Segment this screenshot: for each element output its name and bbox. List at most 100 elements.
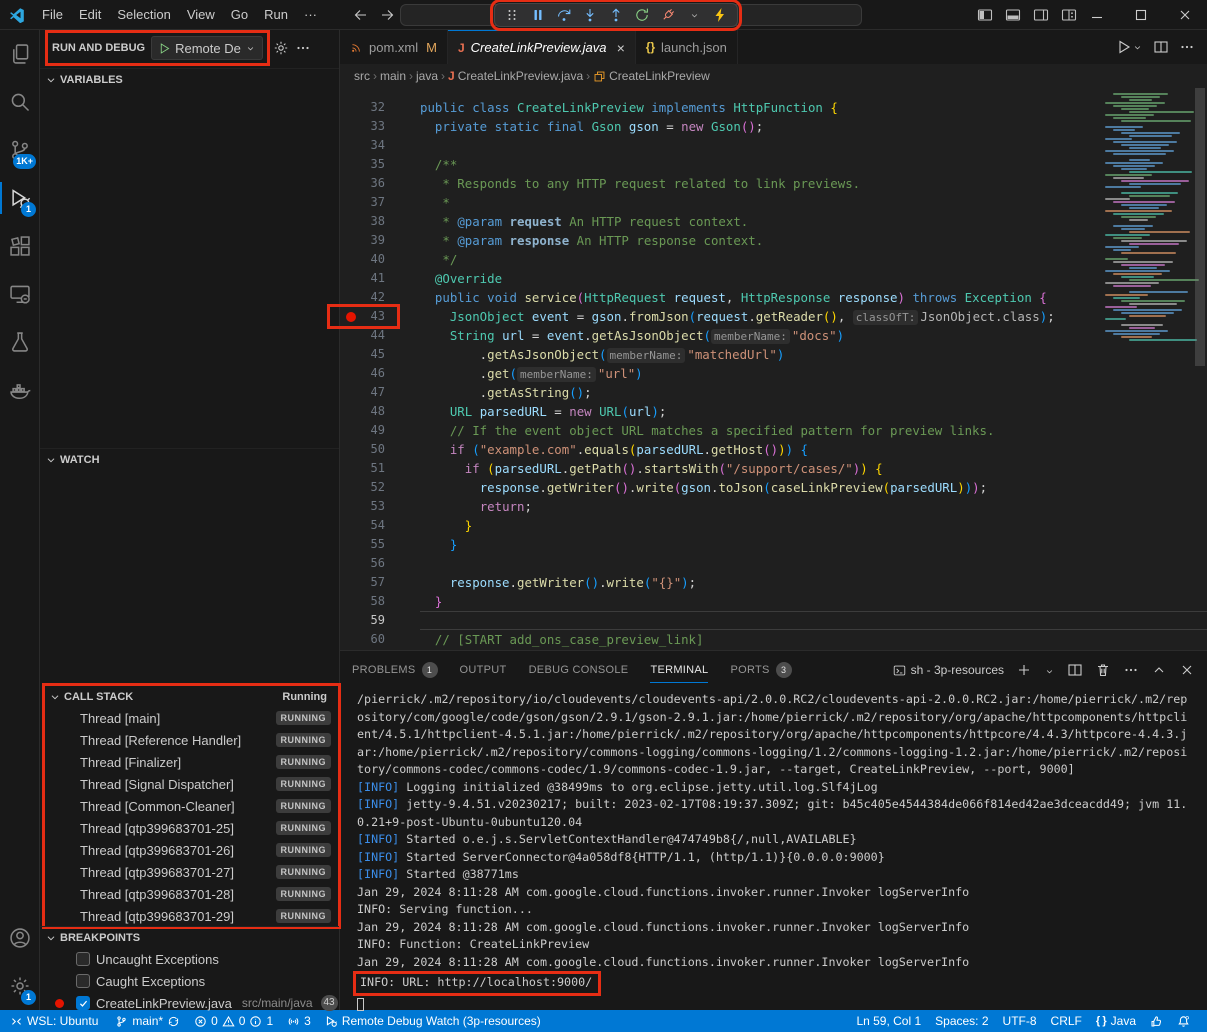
kill-terminal-icon[interactable] xyxy=(1095,662,1111,679)
menu-edit[interactable]: Edit xyxy=(71,4,109,26)
code-line[interactable]: 33 private static final Gson gson = new … xyxy=(340,117,1207,136)
variables-section[interactable]: VARIABLES xyxy=(40,68,339,90)
split-editor-icon[interactable] xyxy=(1153,39,1169,56)
line-number[interactable]: 40 xyxy=(340,250,420,269)
line-number[interactable]: 57 xyxy=(340,573,420,592)
activity-settings[interactable]: 1 xyxy=(0,962,39,1010)
activity-source-control[interactable]: 1K+ xyxy=(0,126,39,174)
drag-grip-button[interactable] xyxy=(499,4,525,26)
code-line[interactable]: 55 } xyxy=(340,535,1207,554)
new-terminal-icon[interactable] xyxy=(1016,662,1032,679)
call-stack-thread-row[interactable]: Thread [Finalizer]RUNNING xyxy=(44,751,339,773)
code-line[interactable]: 60 // [START add_ons_case_preview_link] xyxy=(340,630,1207,649)
breadcrumb-item[interactable]: java xyxy=(416,69,438,83)
breadcrumb-item[interactable]: main xyxy=(380,69,406,83)
code-line[interactable]: 41 @Override xyxy=(340,269,1207,288)
menu-overflow-icon[interactable]: ··· xyxy=(296,4,325,26)
toggle-secondary-sidebar-icon[interactable] xyxy=(1033,7,1049,24)
line-number[interactable]: 45 xyxy=(340,345,420,364)
breadcrumb[interactable]: src›main›java›J CreateLinkPreview.java›C… xyxy=(340,64,1207,88)
editor-scrollbar[interactable] xyxy=(1193,88,1207,650)
activity-remote-explorer[interactable] xyxy=(0,270,39,318)
code-line[interactable]: 53 return; xyxy=(340,497,1207,516)
code-editor[interactable]: 32public class CreateLinkPreview impleme… xyxy=(340,88,1207,650)
step-out-button[interactable] xyxy=(603,4,629,26)
restart-button[interactable] xyxy=(629,4,655,26)
menu-file[interactable]: File xyxy=(34,4,71,26)
feedback-icon[interactable] xyxy=(1143,1010,1170,1032)
breakpoint-row[interactable]: CreateLinkPreview.javasrc/main/java43 xyxy=(40,992,339,1014)
line-number[interactable]: 51 xyxy=(340,459,420,478)
breakpoint-row[interactable]: Caught Exceptions xyxy=(40,970,339,992)
code-line[interactable]: 44 String url = event.getAsJsonObject(me… xyxy=(340,326,1207,345)
line-number[interactable]: 36 xyxy=(340,174,420,193)
line-number[interactable]: 37 xyxy=(340,193,420,212)
maximize-panel-icon[interactable] xyxy=(1151,662,1167,679)
breakpoint-checkbox[interactable] xyxy=(76,974,90,988)
terminal-output[interactable]: /pierrick/.m2/repository/io/cloudevents/… xyxy=(340,689,1207,1013)
line-number[interactable]: 33 xyxy=(340,117,420,136)
debug-settings-gear-icon[interactable] xyxy=(273,40,289,57)
line-number[interactable]: 56 xyxy=(340,554,420,573)
maximize-button[interactable] xyxy=(1119,0,1163,30)
code-line[interactable]: 59 xyxy=(340,611,1207,630)
line-number[interactable]: 47 xyxy=(340,383,420,402)
sidebar-more-actions-icon[interactable] xyxy=(295,40,311,57)
activity-extensions[interactable] xyxy=(0,222,39,270)
code-line[interactable]: 52 response.getWriter().write(gson.toJso… xyxy=(340,478,1207,497)
breakpoint-checkbox[interactable] xyxy=(76,996,90,1010)
breadcrumb-item[interactable]: src xyxy=(354,69,370,83)
line-number[interactable]: 59 xyxy=(340,611,420,630)
run-java-button[interactable] xyxy=(1116,39,1143,55)
close-window-button[interactable] xyxy=(1163,0,1207,30)
minimize-button[interactable] xyxy=(1075,0,1119,30)
pause-button[interactable] xyxy=(525,4,551,26)
panel-tab-output[interactable]: OUTPUT xyxy=(460,651,507,689)
activity-accounts[interactable] xyxy=(0,914,39,962)
encoding-status[interactable]: UTF-8 xyxy=(996,1010,1044,1032)
call-stack-thread-row[interactable]: Thread [Common-Cleaner]RUNNING xyxy=(44,795,339,817)
panel-tab-problems[interactable]: PROBLEMS1 xyxy=(352,651,438,689)
code-line[interactable]: 48 URL parsedURL = new URL(url); xyxy=(340,402,1207,421)
menu-run[interactable]: Run xyxy=(256,4,296,26)
toggle-sidebar-icon[interactable] xyxy=(977,7,993,24)
code-line[interactable]: 50 if ("example.com".equals(parsedURL.ge… xyxy=(340,440,1207,459)
line-number[interactable]: 34 xyxy=(340,136,420,155)
line-number[interactable]: 41 xyxy=(340,269,420,288)
panel-tab-debug-console[interactable]: DEBUG CONSOLE xyxy=(529,651,629,689)
tab-pom-xml[interactable]: pom.xmlM xyxy=(340,30,448,64)
notifications-bell-icon[interactable] xyxy=(1170,1010,1197,1032)
breakpoint-checkbox[interactable] xyxy=(76,952,90,966)
breakpoint-row[interactable]: Uncaught Exceptions xyxy=(40,948,339,970)
activity-run-and-debug[interactable]: 1 xyxy=(0,174,39,222)
line-number[interactable]: 54 xyxy=(340,516,420,535)
editor-more-actions-icon[interactable] xyxy=(1179,39,1195,56)
step-over-button[interactable] xyxy=(551,4,577,26)
code-line[interactable]: 57 response.getWriter().write("{}"); xyxy=(340,573,1207,592)
code-line[interactable]: 42 public void service(HttpRequest reque… xyxy=(340,288,1207,307)
line-number[interactable]: 58 xyxy=(340,592,420,611)
breadcrumb-item[interactable]: CreateLinkPreview xyxy=(609,69,710,83)
terminal-instance-label[interactable]: sh - 3p-resources xyxy=(893,663,1004,677)
line-number[interactable]: 52 xyxy=(340,478,420,497)
call-stack-thread-row[interactable]: Thread [qtp399683701-27]RUNNING xyxy=(44,861,339,883)
code-line[interactable]: 49 // If the event object URL matches a … xyxy=(340,421,1207,440)
eol-status[interactable]: CRLF xyxy=(1044,1010,1089,1032)
minimap[interactable] xyxy=(1101,90,1193,650)
close-tab-icon[interactable]: × xyxy=(617,40,625,56)
watch-section[interactable]: WATCH xyxy=(40,448,339,470)
activity-docker[interactable] xyxy=(0,366,39,414)
line-number[interactable]: 35 xyxy=(340,155,420,174)
code-line[interactable]: 32public class CreateLinkPreview impleme… xyxy=(340,98,1207,117)
code-line[interactable]: 36 * Responds to any HTTP request relate… xyxy=(340,174,1207,193)
call-stack-thread-row[interactable]: Thread [qtp399683701-25]RUNNING xyxy=(44,817,339,839)
code-line[interactable]: 40 */ xyxy=(340,250,1207,269)
call-stack-thread-row[interactable]: Thread [main]RUNNING xyxy=(44,707,339,729)
panel-tab-terminal[interactable]: TERMINAL xyxy=(650,651,708,689)
tab-launch-json[interactable]: {}launch.json xyxy=(636,30,738,64)
line-number[interactable]: 60 xyxy=(340,630,420,649)
code-line[interactable]: 43 JsonObject event = gson.fromJson(requ… xyxy=(340,307,1207,326)
code-line[interactable]: 46 .get(memberName:"url") xyxy=(340,364,1207,383)
call-stack-thread-row[interactable]: Thread [qtp399683701-29]RUNNING xyxy=(44,905,339,927)
line-number[interactable]: 38 xyxy=(340,212,420,231)
